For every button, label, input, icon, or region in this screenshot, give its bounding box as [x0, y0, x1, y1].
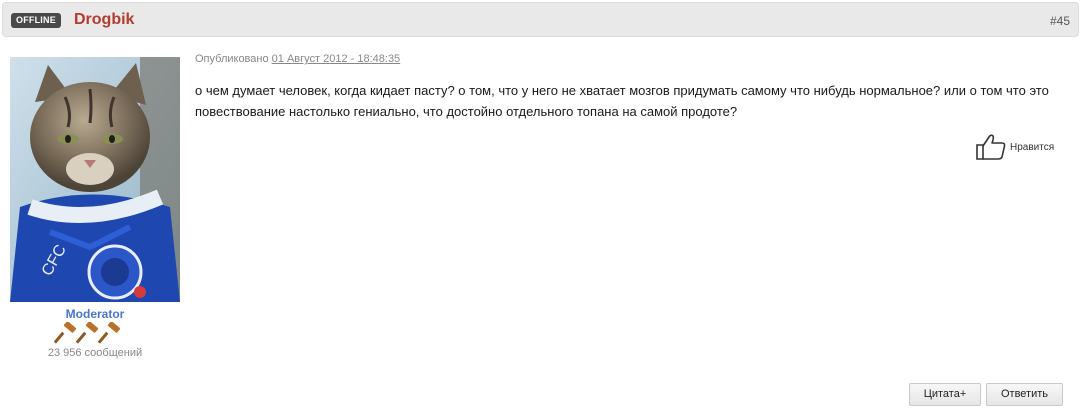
gavel-icon: [97, 321, 121, 344]
post-number-link[interactable]: #45: [1050, 14, 1070, 28]
published-date-link[interactable]: 01 Август 2012 - 18:48:35: [272, 53, 401, 65]
published-info: Опубликовано 01 Август 2012 - 18:48:35: [195, 53, 400, 65]
author-name-link[interactable]: Drogbik: [74, 11, 134, 29]
like-label: Нравится: [1010, 141, 1055, 153]
thumbs-up-icon: [976, 134, 1006, 160]
post-count: 23 956 сообщений: [47, 347, 143, 359]
rank-icons: [53, 321, 124, 344]
gavel-icon: [75, 321, 99, 344]
post-body: о чем думает человек, когда кидает пасту…: [195, 83, 1049, 119]
avatar[interactable]: CFC: [10, 57, 180, 302]
gavel-icon: [53, 321, 77, 344]
reply-button[interactable]: Ответить: [986, 383, 1063, 406]
like-button[interactable]: Нравится: [975, 133, 1054, 161]
avatar-image: CFC: [10, 57, 180, 302]
user-role: Moderator: [65, 307, 125, 321]
quote-button[interactable]: Цитата+: [909, 383, 981, 406]
published-label: Опубликовано: [195, 53, 269, 65]
post-header: OFFLINE Drogbik #45: [2, 2, 1079, 37]
status-badge: OFFLINE: [11, 13, 61, 28]
